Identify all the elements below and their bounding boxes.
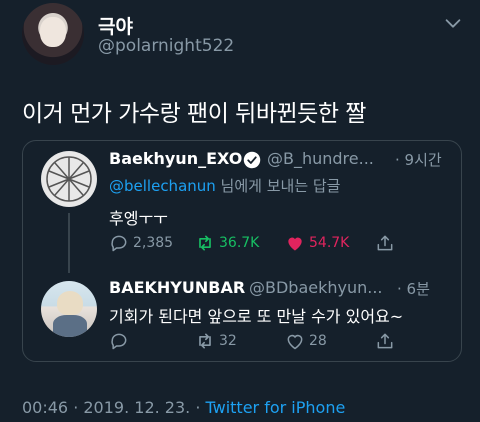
verified-badge-icon bbox=[243, 151, 261, 169]
heart-outline-icon bbox=[287, 334, 303, 350]
chevron-down-icon[interactable] bbox=[442, 12, 464, 34]
quoted-text-1: 후엥ㅜㅜ bbox=[109, 209, 168, 228]
quoted-text-2: 기회가 된다면 앞으로 또 만날 수가 있어요~ bbox=[109, 307, 404, 326]
tweet-datetime[interactable]: 00:46 · 2019. 12. 23. · bbox=[22, 398, 206, 417]
like-count-1: 54.7K bbox=[309, 235, 350, 251]
quoted-avatar-1[interactable] bbox=[41, 151, 97, 207]
reply-context: @bellechanun 님에게 보내는 답글 bbox=[109, 175, 341, 196]
quoted-name-1[interactable]: Baekhyun_EXO bbox=[109, 149, 242, 168]
tweet-text: 이거 먼가 가수랑 팬이 뒤바뀐듯한 짤 bbox=[22, 101, 366, 127]
quoted-handle-1[interactable]: @B_hundre... bbox=[267, 149, 374, 168]
thread-connector bbox=[68, 213, 70, 273]
retweet-count-1: 36.7K bbox=[219, 235, 260, 251]
share-button-1[interactable] bbox=[375, 233, 399, 253]
share-button-2[interactable] bbox=[375, 331, 399, 351]
author-avatar[interactable] bbox=[22, 3, 84, 65]
retweet-count-2: 32 bbox=[219, 333, 237, 349]
source-app-link[interactable]: Twitter for iPhone bbox=[206, 398, 346, 417]
like-button-1[interactable]: 54.7K bbox=[285, 233, 349, 253]
like-button-2[interactable]: 28 bbox=[285, 331, 327, 351]
retweet-button-2[interactable]: 32 bbox=[195, 331, 237, 351]
reply-context-suffix: 님에게 보내는 답글 bbox=[215, 177, 341, 195]
like-count-2: 28 bbox=[309, 333, 327, 349]
reply-mention-link[interactable]: @bellechanun bbox=[109, 177, 216, 195]
exo-logo-icon bbox=[42, 152, 96, 206]
quoted-thread-card[interactable]: Baekhyun_EXO @B_hundre... · 9시간 @bellech… bbox=[22, 140, 462, 362]
quoted-avatar-2[interactable] bbox=[41, 281, 97, 337]
retweet-icon bbox=[199, 235, 211, 251]
reply-icon bbox=[111, 235, 127, 252]
reply-count-1: 2,385 bbox=[133, 235, 174, 251]
share-icon bbox=[377, 235, 393, 251]
reply-icon bbox=[111, 333, 127, 350]
quoted-time-2[interactable]: · 6분 bbox=[397, 278, 430, 299]
author-handle[interactable]: @polarnight522 bbox=[98, 36, 234, 56]
quoted-handle-2[interactable]: @BDbaekhyun... bbox=[249, 278, 383, 297]
reply-button-1[interactable]: 2,385 bbox=[109, 233, 173, 253]
heart-filled-icon bbox=[288, 237, 302, 251]
tweet-meta: 00:46 · 2019. 12. 23. · Twitter for iPho… bbox=[22, 398, 345, 417]
author-display-name[interactable]: 극야 bbox=[98, 12, 133, 39]
retweet-icon bbox=[199, 333, 211, 349]
quoted-name-2[interactable]: BAEKHYUNBAR bbox=[109, 278, 245, 297]
quoted-time-1[interactable]: · 9시간 bbox=[395, 149, 442, 170]
reply-button-2[interactable] bbox=[109, 331, 133, 351]
retweet-button-1[interactable]: 36.7K bbox=[195, 233, 259, 253]
share-icon bbox=[377, 333, 393, 349]
